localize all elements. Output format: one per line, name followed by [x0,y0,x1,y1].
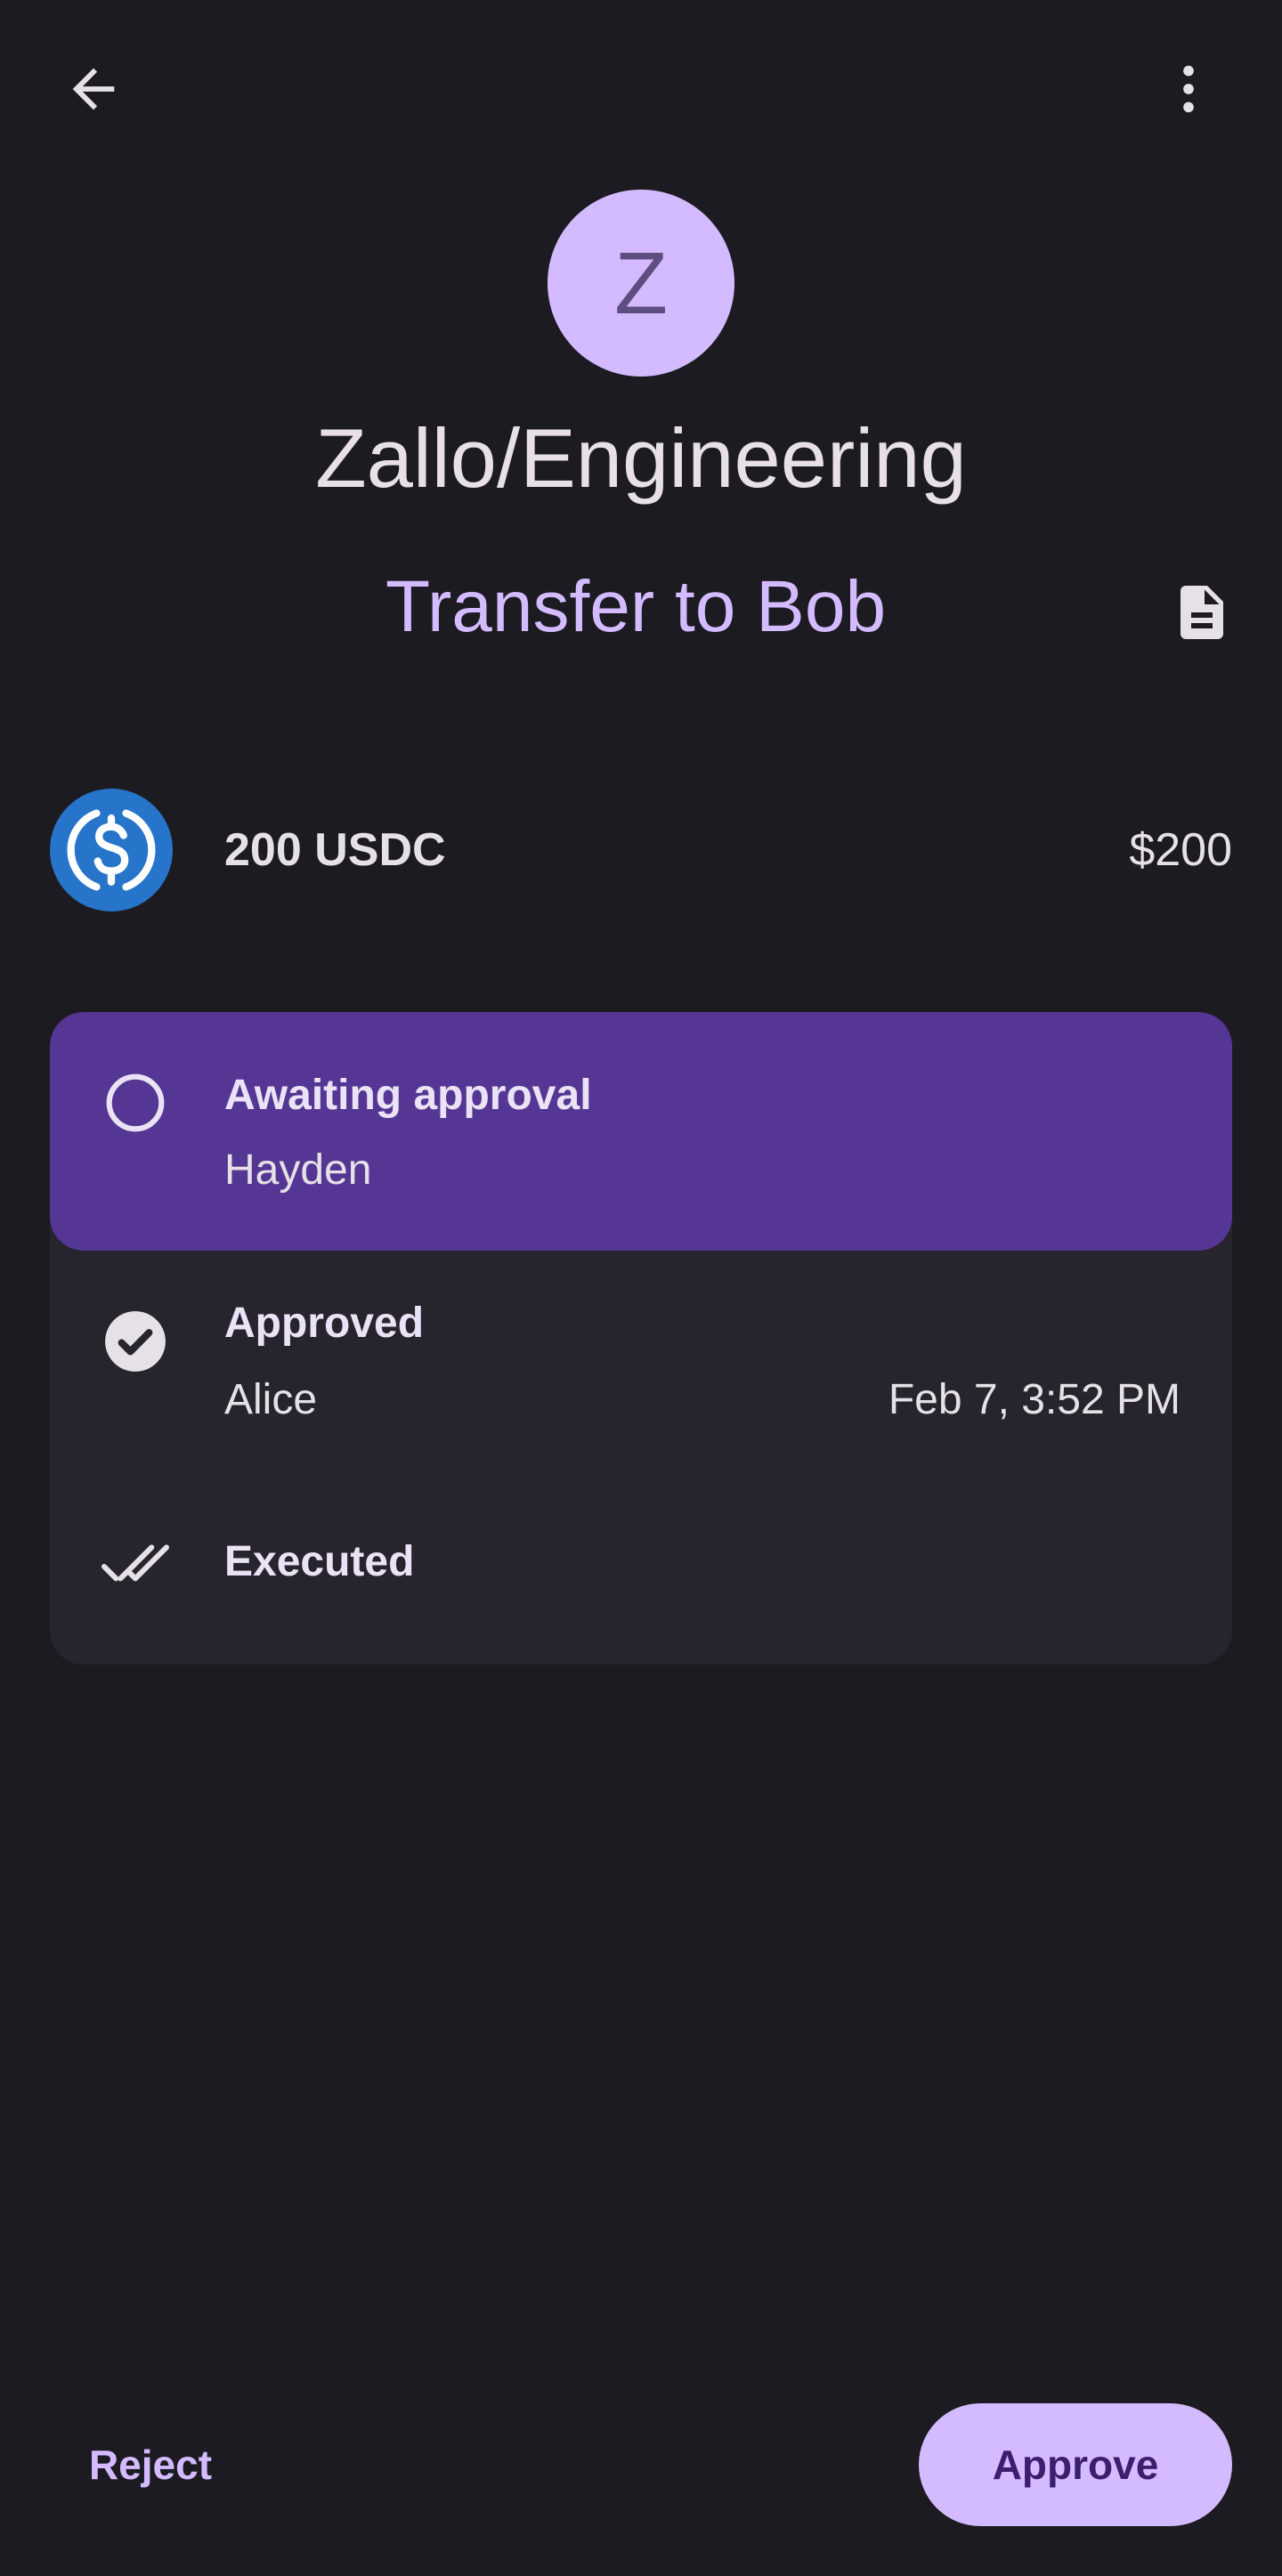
account-avatar: Z [548,190,734,377]
usdc-icon [50,789,173,911]
step-executed: Executed [50,1482,1232,1665]
step-executed-title: Executed [224,1538,415,1585]
step-approved-time: Feb 7, 3:52 PM [888,1376,1181,1423]
avatar-letter: Z [614,233,668,332]
circle-outline-icon [100,1067,171,1138]
account-name: Zallo/Engineering [315,411,967,505]
step-awaiting-approval[interactable]: Awaiting approval Hayden [50,1012,1232,1251]
step-approved-title: Approved [224,1300,425,1347]
transfer-row[interactable]: 200 USDC $200 [50,788,1232,912]
transaction-label[interactable]: Transfer to Bob [0,563,1271,652]
more-options-button[interactable] [1140,40,1237,138]
transfer-amount: 200 USDC [224,824,446,876]
more-vertical-icon [1183,65,1194,113]
approvals-card: Awaiting approval Hayden Approved Alice … [50,1012,1232,1665]
approve-button[interactable]: Approve [919,2403,1232,2526]
step-approved: Approved Alice Feb 7, 3:52 PM [50,1251,1232,1482]
transfer-value: $200 [1129,824,1232,876]
arrow-back-icon [72,68,115,110]
double-check-icon [100,1527,171,1598]
transaction-details-button[interactable] [1157,568,1246,657]
document-icon [1181,586,1223,639]
check-circle-icon [100,1306,171,1377]
step-approved-approver: Alice [224,1376,318,1423]
back-button[interactable] [45,40,142,138]
step-awaiting-title: Awaiting approval [224,1072,592,1119]
step-awaiting-approver: Hayden [224,1146,372,1194]
reject-button[interactable]: Reject [50,2403,251,2526]
